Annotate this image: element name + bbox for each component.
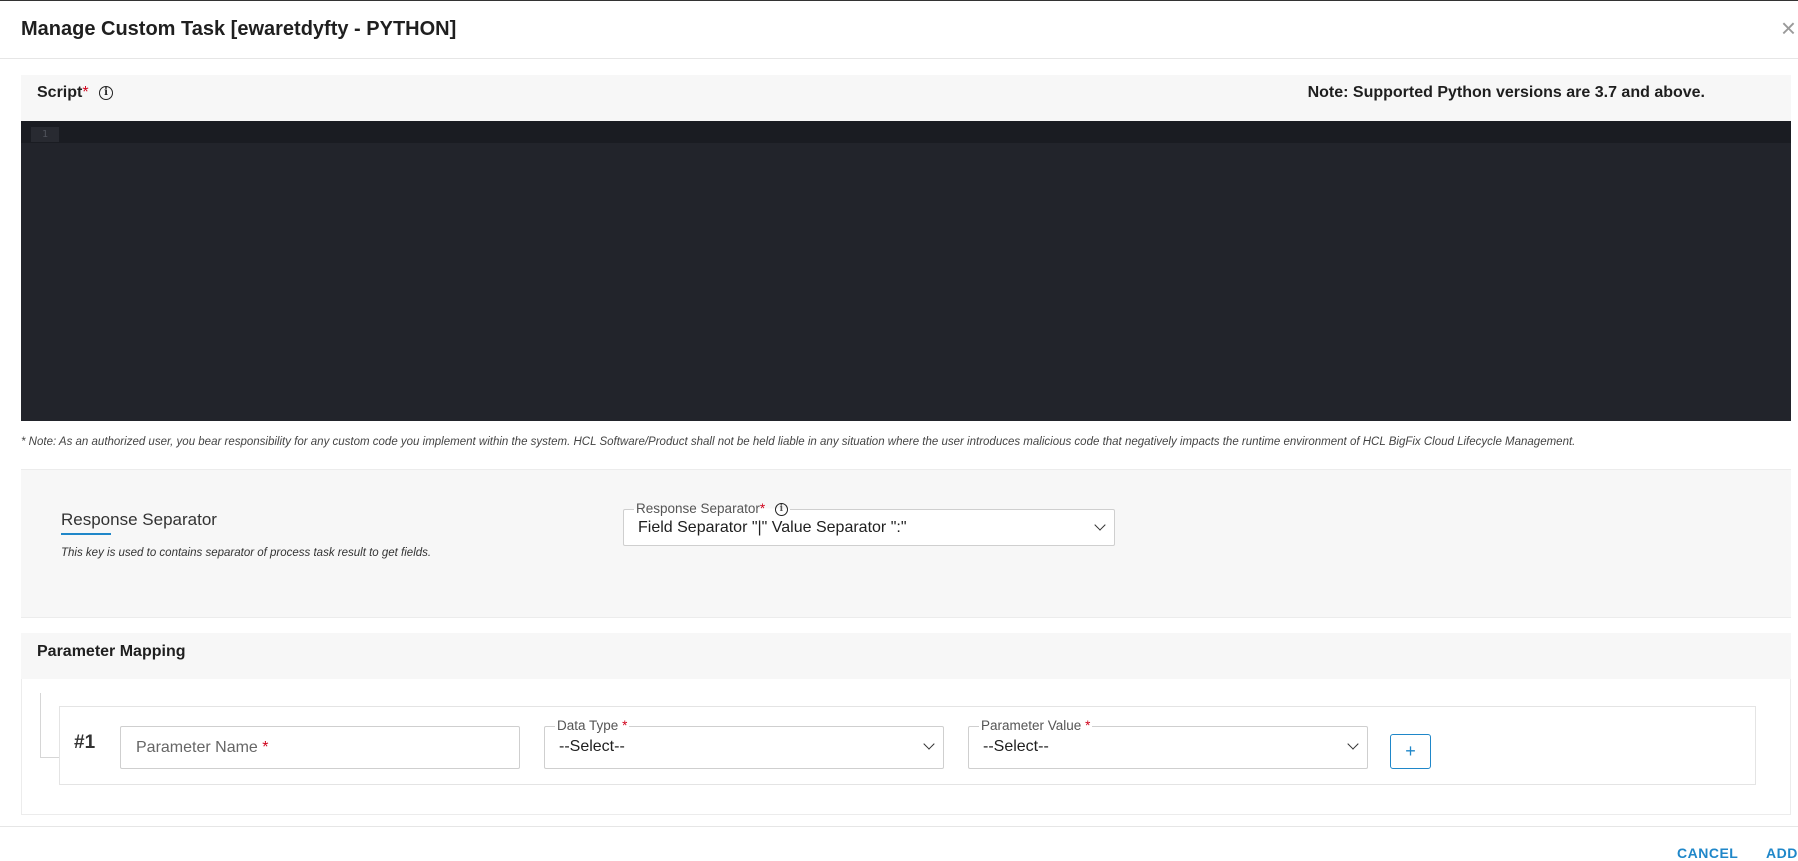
required-mark: *: [759, 501, 766, 516]
disclaimer-note: * Note: As an authorized user, you bear …: [21, 436, 1576, 448]
placeholder-text: Parameter Name: [136, 739, 258, 756]
response-separator-title: Response Separator: [61, 510, 217, 529]
required-mark: *: [1085, 718, 1091, 733]
response-separator-select[interactable]: Response Separator* i Field Separator "|…: [623, 501, 1115, 546]
response-separator-value: Field Separator "|" Value Separator ":": [638, 519, 907, 536]
close-icon[interactable]: ×: [1781, 15, 1796, 41]
tree-connector: [40, 693, 41, 757]
chevron-down-icon: [923, 738, 935, 750]
editor-active-line: 1: [21, 121, 1791, 143]
add-parameter-button[interactable]: +: [1390, 734, 1431, 769]
required-mark: *: [262, 739, 269, 756]
data-type-label: Data Type *: [555, 718, 630, 733]
data-type-value: --Select--: [559, 738, 625, 755]
parameter-name-input[interactable]: Parameter Name *: [120, 726, 520, 769]
row-number: #1: [74, 732, 96, 753]
code-editor[interactable]: 1: [21, 121, 1791, 421]
field-label-text: Data Type: [557, 718, 619, 733]
script-label: Script* i: [37, 84, 114, 102]
modal-header: Manage Custom Task [ewaretdyfty - PYTHON…: [0, 1, 1798, 59]
info-icon[interactable]: i: [99, 85, 114, 100]
parameter-mapping-header: Parameter Mapping: [21, 633, 1791, 679]
response-separator-field-label: Response Separator* i: [634, 501, 790, 516]
cancel-button[interactable]: CANCEL: [1677, 845, 1738, 861]
info-icon[interactable]: i: [774, 502, 788, 516]
parameter-value-label: Parameter Value *: [979, 718, 1093, 733]
title-underline: [61, 533, 111, 535]
chevron-down-icon: [1094, 519, 1106, 531]
required-mark: *: [622, 718, 628, 733]
parameter-value-value: --Select--: [983, 738, 1049, 755]
required-mark: *: [82, 84, 89, 101]
data-type-select[interactable]: Data Type * --Select--: [544, 718, 944, 769]
field-label-text: Response Separator: [636, 501, 760, 516]
script-header: Script* i Note: Supported Python version…: [21, 75, 1791, 121]
field-label-text: Parameter Value: [981, 718, 1082, 733]
chevron-down-icon: [1347, 738, 1359, 750]
response-separator-description: This key is used to contains separator o…: [61, 547, 432, 559]
modal-title: Manage Custom Task [ewaretdyfty - PYTHON…: [21, 18, 457, 40]
parameter-value-select[interactable]: Parameter Value * --Select--: [968, 718, 1368, 769]
parameter-mapping-title: Parameter Mapping: [37, 643, 186, 660]
script-label-text: Script: [37, 84, 83, 101]
line-number: 1: [31, 127, 59, 142]
parameter-mapping-body: #1 Parameter Name * Data Type * --Select…: [21, 679, 1791, 815]
add-button[interactable]: ADD: [1766, 845, 1798, 861]
response-separator-section: Response Separator This key is used to c…: [21, 469, 1791, 618]
python-version-note: Note: Supported Python versions are 3.7 …: [1307, 84, 1705, 101]
parameter-row: #1 Parameter Name * Data Type * --Select…: [59, 706, 1756, 785]
modal-footer: CANCEL ADD: [0, 826, 1798, 861]
parameter-name-placeholder: Parameter Name *: [136, 739, 269, 757]
